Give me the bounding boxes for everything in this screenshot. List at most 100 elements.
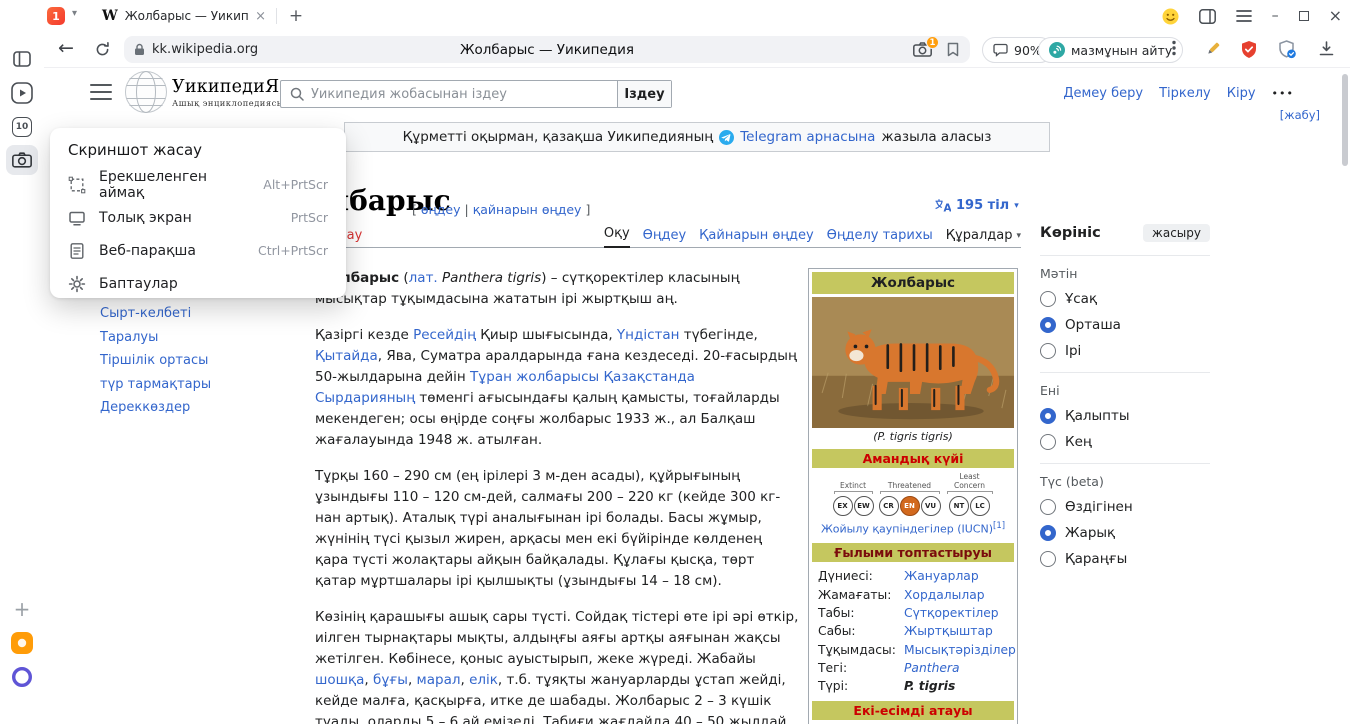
article-link[interactable]: Үндістан — [617, 327, 680, 343]
screenshot-camera-icon[interactable]: 1 — [913, 42, 932, 57]
wikipedia-logo[interactable] — [124, 70, 168, 118]
taxonomy-value[interactable]: Сүтқоректілер — [904, 606, 1008, 620]
view-tab[interactable]: Өңдеу — [643, 228, 687, 248]
lock-icon[interactable] — [134, 43, 145, 56]
sidebar-screenshot-icon[interactable] — [6, 145, 38, 175]
toc-item[interactable]: түр тармақтары — [100, 377, 300, 392]
sidebar-panels-icon[interactable] — [0, 44, 44, 74]
article-link[interactable]: Қытайда — [315, 348, 378, 364]
edit-pencil-icon[interactable] — [1204, 40, 1222, 58]
status-link[interactable]: Жойылу қаупіндегілер (IUCN)[1] — [812, 521, 1014, 536]
telegram-link[interactable]: Telegram арнасына — [740, 129, 875, 145]
screenshot-menu-item[interactable]: Ерекшеленген аймақAlt+PrtScr — [50, 168, 346, 201]
bookmark-icon[interactable] — [946, 42, 960, 57]
taxonomy-value[interactable]: Мысықтәрізділер — [904, 643, 1016, 657]
wikipedia-wordmark[interactable]: УикипедиЯ Ашық энциклопедиясы — [172, 77, 284, 108]
toc-item[interactable]: Дереккөздер — [100, 400, 300, 415]
toc-item[interactable]: Сырт-келбеті — [100, 306, 300, 321]
article-link[interactable]: Ресейдің — [413, 327, 476, 343]
edit-link[interactable]: өңдеу — [421, 202, 461, 217]
url-text[interactable]: kk.wikipedia.org — [152, 42, 258, 57]
sidebar-video-icon[interactable] — [0, 78, 44, 108]
radio-button[interactable] — [1040, 343, 1056, 359]
taxonomy-value[interactable]: Жыртқыштар — [904, 624, 1008, 638]
adblock-shield-icon[interactable] — [1240, 40, 1258, 59]
taxonomy-value[interactable]: Жануарлар — [904, 569, 1008, 583]
tab-group-caret-icon[interactable]: ▾ — [72, 8, 77, 19]
sidebar-add-icon[interactable]: + — [0, 594, 44, 624]
header-link[interactable]: Демеу беру — [1063, 86, 1143, 101]
appearance-option[interactable]: Өздігінен — [1040, 499, 1210, 515]
browser-menu-icon[interactable] — [1236, 10, 1252, 22]
screenshot-menu-item[interactable]: Толық экранPrtScr — [50, 201, 346, 234]
view-tab[interactable]: Қайнарын өңдеу — [699, 228, 813, 248]
screenshot-menu-item[interactable]: Баптаулар — [50, 267, 346, 300]
taxonomy-value[interactable]: Хордалылар — [904, 588, 1008, 602]
tab-close-icon[interactable]: × — [255, 9, 266, 24]
smiley-extension-icon[interactable] — [1162, 8, 1179, 25]
tab-group-chip[interactable]: 1 — [47, 7, 65, 25]
article-link[interactable]: Сырдарияның — [315, 390, 415, 406]
page-scrollbar[interactable] — [1342, 74, 1348, 166]
refresh-button[interactable] — [94, 41, 111, 62]
yandex-service-icon[interactable] — [0, 628, 44, 658]
appearance-option[interactable]: Қараңғы — [1040, 551, 1210, 567]
header-link[interactable]: Кіру — [1227, 86, 1256, 101]
back-button[interactable]: ← — [58, 37, 74, 59]
sidebar-counter-icon[interactable]: 10 — [0, 112, 44, 142]
radio-button[interactable] — [1040, 291, 1056, 307]
view-tab[interactable]: Оқу — [604, 226, 630, 248]
radio-button[interactable] — [1040, 317, 1056, 333]
header-overflow-button[interactable]: ••• — [1272, 87, 1294, 100]
toc-item[interactable]: Тіршілік ортасы — [100, 353, 300, 368]
article-link[interactable]: Қазақстанда — [603, 369, 694, 385]
screenshot-menu-item[interactable]: Веб-парақшаCtrl+PrtScr — [50, 234, 346, 267]
maximize-button[interactable] — [1299, 11, 1309, 21]
wiki-menu-icon[interactable] — [90, 84, 112, 100]
edit-source-link[interactable]: қайнарын өңдеу — [473, 202, 582, 217]
article-link[interactable]: лат. — [409, 270, 438, 286]
text-run: түбегінде, — [679, 327, 757, 343]
alice-ring-icon[interactable] — [0, 662, 44, 692]
browser-tab[interactable]: W Жолбарыс — Уикипед... × — [96, 3, 272, 29]
protect-shield-icon[interactable] — [1278, 40, 1297, 59]
tiger-photo[interactable] — [812, 297, 1014, 428]
view-tab[interactable]: Өңделу тарихы — [827, 228, 933, 248]
radio-button[interactable] — [1040, 551, 1056, 567]
new-tab-button[interactable]: + — [284, 4, 308, 28]
radio-button[interactable] — [1040, 525, 1056, 541]
article-link[interactable]: шошқа — [315, 672, 364, 688]
address-bar[interactable]: kk.wikipedia.org Жолбарыс — Уикипедия 1 — [124, 36, 970, 63]
article-link[interactable]: Тұран жолбарысы — [470, 369, 599, 385]
toc-item[interactable]: Таралуы — [100, 330, 300, 345]
radio-button[interactable] — [1040, 408, 1056, 424]
search-input[interactable] — [311, 87, 617, 102]
radio-button[interactable] — [1040, 499, 1056, 515]
radio-label: Ұсақ — [1065, 291, 1097, 307]
appearance-option[interactable]: Орташа — [1040, 317, 1210, 333]
radio-button[interactable] — [1040, 434, 1056, 450]
read-aloud-button[interactable]: мазмұнын айту — [1038, 37, 1183, 63]
close-window-button[interactable]: × — [1329, 8, 1342, 24]
appearance-option[interactable]: Қалыпты — [1040, 408, 1210, 424]
reference-1[interactable]: [1] — [993, 521, 1005, 531]
taxonomy-value[interactable]: Panthera — [904, 661, 1008, 675]
header-link[interactable]: Тіркелу — [1159, 86, 1211, 101]
address-options-icon[interactable] — [1172, 40, 1176, 60]
view-tab[interactable]: Құралдар▾ — [946, 228, 1021, 248]
appearance-option[interactable]: Ұсақ — [1040, 291, 1210, 307]
search-button[interactable]: Іздеу — [617, 81, 671, 107]
appearance-hide-button[interactable]: жасыру — [1143, 224, 1210, 242]
download-icon[interactable] — [1318, 40, 1335, 57]
appearance-option[interactable]: Ірі — [1040, 343, 1210, 359]
wiki-search-box[interactable]: Іздеу — [280, 80, 672, 108]
article-link[interactable]: бұғы — [373, 672, 408, 688]
banner-close-link[interactable]: [жабу] — [1280, 108, 1320, 122]
appearance-option[interactable]: Жарық — [1040, 525, 1210, 541]
article-link[interactable]: елік — [469, 672, 498, 688]
minimize-button[interactable]: – — [1272, 9, 1279, 23]
side-panel-icon[interactable] — [1199, 9, 1216, 24]
appearance-option[interactable]: Кең — [1040, 434, 1210, 450]
article-link[interactable]: марал — [417, 672, 461, 688]
language-selector[interactable]: A 195 тіл ▾ — [934, 198, 1019, 213]
